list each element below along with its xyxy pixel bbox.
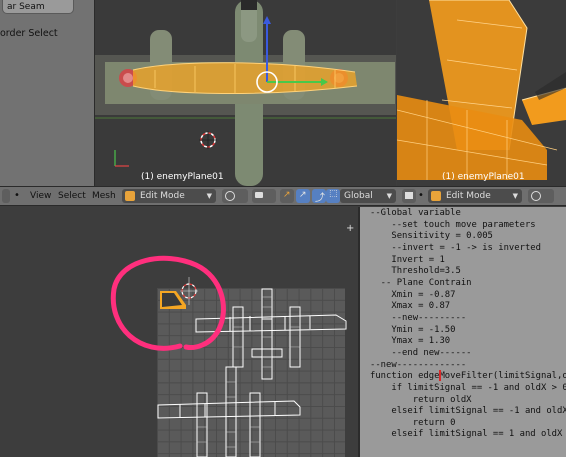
menu-view[interactable]: View bbox=[30, 191, 51, 201]
object-label-right: (1) enemyPlane01 bbox=[442, 172, 525, 182]
orientation-label: Global bbox=[344, 191, 373, 201]
code-line[interactable]: --invert = -1 -> is inverted bbox=[370, 243, 566, 255]
code-line[interactable]: elseif limitSignal == 1 and oldX > bbox=[370, 429, 566, 441]
code-line[interactable]: --Global variable bbox=[370, 208, 566, 220]
code-line[interactable]: Xmin = -0.87 bbox=[370, 290, 566, 302]
shading-dropdown[interactable] bbox=[222, 189, 248, 203]
code-line[interactable]: return oldX bbox=[370, 395, 566, 407]
dot-icon: • bbox=[14, 190, 20, 201]
mark-seam-button[interactable]: ar Seam bbox=[2, 0, 74, 14]
3d-viewport-right[interactable]: (1) enemyPlane01 bbox=[397, 0, 566, 186]
code-line[interactable]: if limitSignal == -1 and oldX > 0 bbox=[370, 383, 566, 395]
scale-toggle[interactable]: ⬚ bbox=[326, 189, 340, 203]
tool-shelf: ar Seam order Select bbox=[0, 0, 95, 186]
3d-view-header: • View Select Mesh Edit Mode ▼ ↗ ↗ ⤴ ⬚ G… bbox=[0, 186, 566, 206]
code-line[interactable]: Sensitivity = 0.005 bbox=[370, 231, 566, 243]
cube-icon bbox=[405, 192, 413, 199]
code-line[interactable]: elseif limitSignal == -1 and oldX bbox=[370, 406, 566, 418]
translate-toggle[interactable]: ↗ bbox=[296, 189, 310, 203]
editor-type-button-right[interactable] bbox=[402, 189, 416, 203]
scale-icon: ⬚ bbox=[329, 189, 338, 199]
mode-dropdown-right[interactable]: Edit Mode ▼ bbox=[428, 189, 522, 203]
chevron-down-icon: ▼ bbox=[512, 192, 518, 200]
mode-label-right: Edit Mode bbox=[446, 191, 491, 201]
code-line[interactable]: Threshold=3.5 bbox=[370, 266, 566, 278]
code-line[interactable]: --set touch move parameters bbox=[370, 220, 566, 232]
edit-mode-icon bbox=[431, 191, 441, 201]
menu-select[interactable]: Select bbox=[58, 191, 86, 201]
border-select-label[interactable]: order Select bbox=[0, 28, 58, 39]
viewport-scene-right bbox=[397, 0, 566, 186]
text-cursor bbox=[439, 370, 441, 381]
rotate-toggle[interactable]: ⤴ bbox=[312, 189, 326, 204]
sphere-icon bbox=[225, 191, 235, 201]
manipulator-toggle[interactable]: ↗ bbox=[280, 189, 294, 203]
mode-label: Edit Mode bbox=[140, 191, 185, 201]
shading-dropdown-right[interactable] bbox=[528, 189, 554, 203]
code-line[interactable]: --new--------- bbox=[370, 313, 566, 325]
chevron-down-icon: ▼ bbox=[386, 192, 392, 200]
chevron-down-icon: ▼ bbox=[206, 192, 212, 200]
uv-wireframe-plane-bottom bbox=[157, 366, 301, 457]
menu-mesh[interactable]: Mesh bbox=[92, 191, 116, 201]
code-text[interactable]: --Global variable --set touch move param… bbox=[370, 208, 566, 441]
code-line[interactable]: return 0 bbox=[370, 418, 566, 430]
pivot-icon bbox=[255, 192, 263, 198]
pivot-dropdown[interactable] bbox=[252, 189, 276, 203]
code-line[interactable]: --new------------- bbox=[370, 360, 566, 372]
editor-type-button[interactable] bbox=[2, 189, 10, 203]
code-line[interactable]: Ymin = -1.50 bbox=[370, 325, 566, 337]
code-line[interactable]: -- Plane Contrain bbox=[370, 278, 566, 290]
code-line[interactable]: Xmax = 0.87 bbox=[370, 301, 566, 313]
3d-viewport-top[interactable]: (1) enemyPlane01 bbox=[95, 0, 396, 186]
code-line[interactable]: Ymax = 1.30 bbox=[370, 336, 566, 348]
uv-overlay bbox=[110, 255, 347, 457]
rotate-icon: ⤴ bbox=[315, 193, 325, 204]
code-line[interactable]: function edgeMoveFilter(limitSignal,ol bbox=[370, 371, 566, 383]
mode-dropdown[interactable]: Edit Mode ▼ bbox=[122, 189, 216, 203]
sphere-icon bbox=[531, 191, 541, 201]
code-line[interactable]: Invert = 1 bbox=[370, 255, 566, 267]
viewport-scene bbox=[95, 0, 396, 186]
code-line[interactable]: --end new------ bbox=[370, 348, 566, 360]
object-label: (1) enemyPlane01 bbox=[141, 172, 224, 182]
arrow-icon: ↗ bbox=[299, 190, 307, 200]
edit-mode-icon bbox=[125, 191, 135, 201]
manipulator-icon: ↗ bbox=[283, 190, 291, 200]
dot-icon: • bbox=[418, 190, 424, 201]
orientation-dropdown[interactable]: Global ▼ bbox=[340, 189, 396, 203]
text-editor[interactable]: --Global variable --set touch move param… bbox=[358, 207, 566, 457]
